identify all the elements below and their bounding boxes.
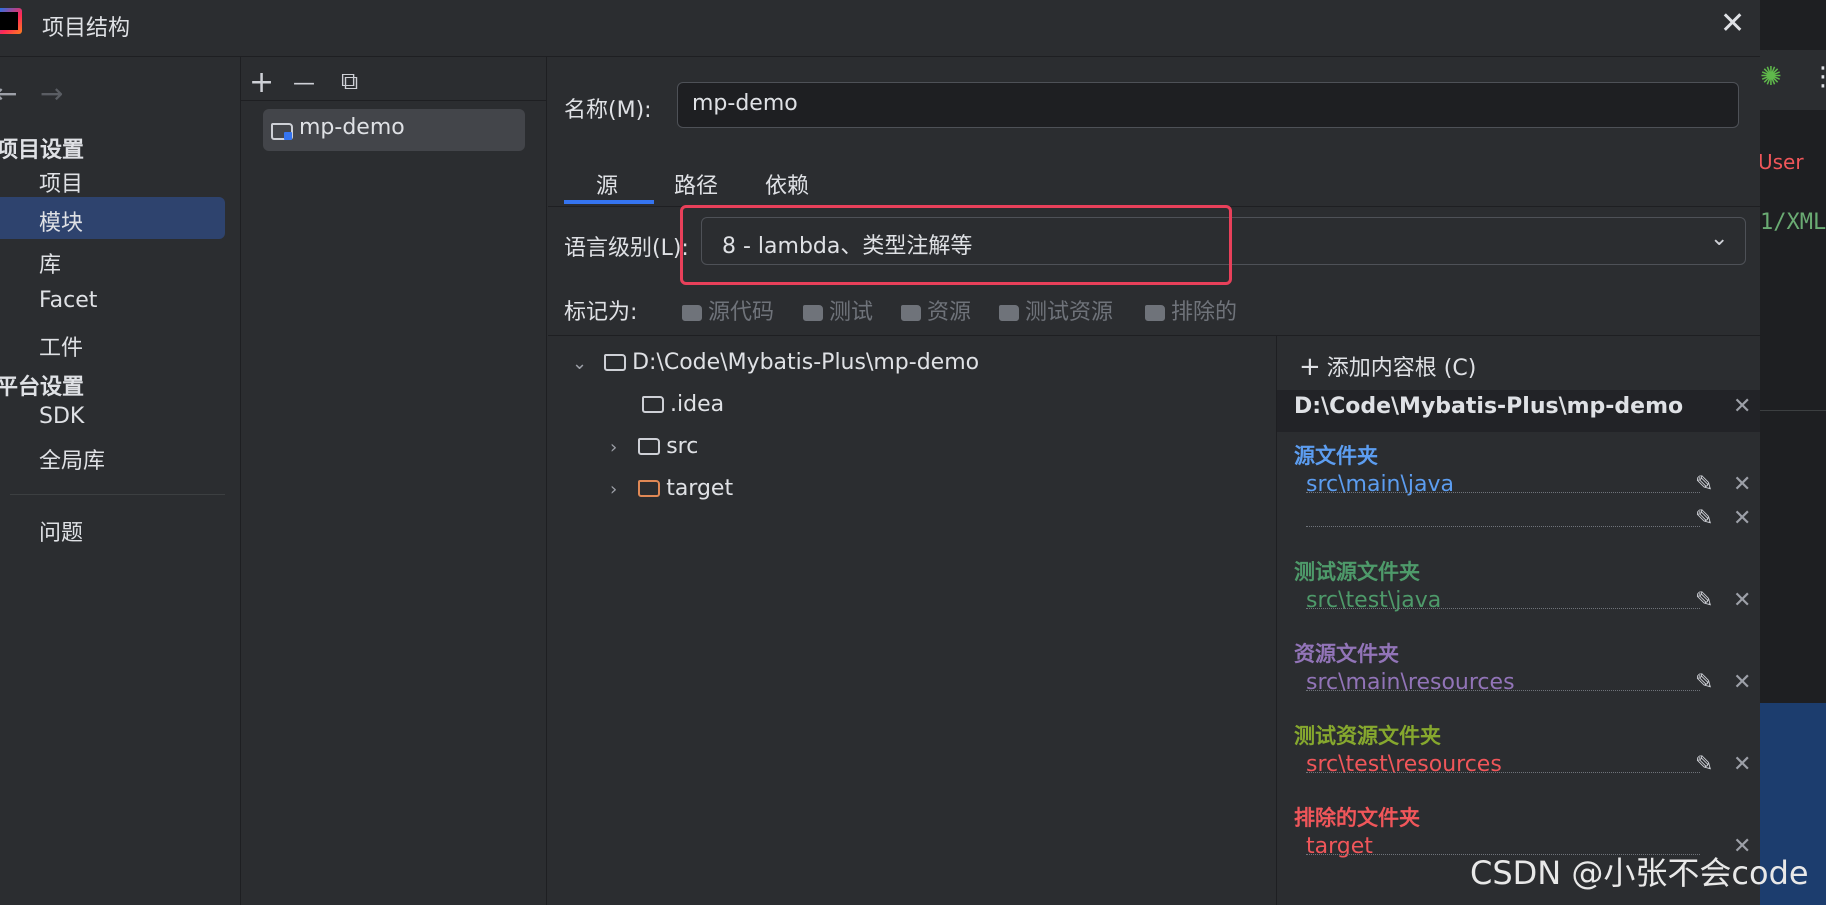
section-resource-folders: 资源文件夹 xyxy=(1294,642,1399,666)
nav-header-platform-settings: 平台设置 xyxy=(0,375,85,400)
nav-divider xyxy=(10,494,225,495)
close-icon[interactable]: ✕ xyxy=(1720,6,1745,41)
test-source-entry: src\test\java xyxy=(1306,588,1442,613)
content-tree: ⌄ D:\Code\Mybatis-Plus\mp-demo .idea › s… xyxy=(548,336,1277,905)
edit-icon[interactable]: ✎ xyxy=(1695,506,1713,531)
mark-tests-button[interactable]: 测试 xyxy=(803,294,873,326)
dotted-leader xyxy=(1306,608,1700,609)
resource-entry: src\main\resources xyxy=(1306,670,1515,695)
remove-entry-icon[interactable]: ✕ xyxy=(1733,588,1751,613)
nav-item-project[interactable]: 项目 xyxy=(39,166,83,198)
tree-row-root[interactable]: ⌄ D:\Code\Mybatis-Plus\mp-demo xyxy=(572,350,979,375)
forward-arrow-icon[interactable]: → xyxy=(40,77,63,110)
chevron-down-icon[interactable]: ⌄ xyxy=(572,353,587,374)
nav-item-sdks[interactable]: SDK xyxy=(39,404,84,429)
nav-header-project-settings: 项目设置 xyxy=(0,138,85,163)
module-badge-icon xyxy=(284,132,292,140)
nav-item-modules[interactable]: 模块 xyxy=(39,205,83,237)
chevron-right-icon[interactable]: › xyxy=(610,437,617,458)
folder-icon xyxy=(638,438,661,455)
dialog-title: 项目结构 xyxy=(42,16,131,41)
remove-entry-icon[interactable]: ✕ xyxy=(1733,506,1751,531)
edit-icon[interactable]: ✎ xyxy=(1695,752,1713,777)
module-list-panel: + — ⧉ mp-demo xyxy=(241,57,547,905)
editor-background: ✺ ⋮ User 1/XML xyxy=(1760,0,1826,905)
dotted-leader xyxy=(1306,526,1700,527)
edit-icon[interactable]: ✎ xyxy=(1695,588,1713,613)
app-logo-icon xyxy=(0,8,22,34)
editor-xml-text: 1/XML xyxy=(1760,210,1826,235)
folder-icon xyxy=(999,305,1019,321)
mark-excluded-button[interactable]: 排除的 xyxy=(1145,294,1237,326)
folder-icon xyxy=(1145,305,1165,321)
dotted-leader xyxy=(1306,772,1700,773)
chevron-right-icon[interactable]: › xyxy=(610,479,617,500)
mark-as-label: 标记为: xyxy=(564,300,638,325)
editor-toolbar: ✺ ⋮ xyxy=(1760,50,1826,110)
content-root-path: D:\Code\Mybatis-Plus\mp-demo xyxy=(1294,394,1684,419)
editor-user-text: User xyxy=(1760,150,1804,174)
excluded-entry: target xyxy=(1306,834,1373,859)
copy-icon[interactable]: ⧉ xyxy=(341,67,358,95)
edit-icon[interactable]: ✎ xyxy=(1695,670,1713,695)
language-level-label: 语言级别(L): xyxy=(564,236,689,261)
name-input[interactable]: mp-demo xyxy=(677,82,1739,128)
add-content-root-button[interactable]: + 添加内容根 (C) xyxy=(1299,350,1476,382)
remove-icon[interactable]: — xyxy=(293,71,315,96)
tree-row-idea[interactable]: .idea xyxy=(642,392,724,417)
section-source-folders: 源文件夹 xyxy=(1294,444,1378,468)
source-entry: src\main\java xyxy=(1306,472,1455,497)
editor-separator xyxy=(1760,410,1826,411)
test-resource-entry: src\test\resources xyxy=(1306,752,1502,777)
nav-item-facets[interactable]: Facet xyxy=(39,288,97,313)
module-item-label: mp-demo xyxy=(299,115,405,140)
mark-sources-button[interactable]: 源代码 xyxy=(682,294,774,326)
mark-test-resources-button[interactable]: 测试资源 xyxy=(999,294,1113,326)
remove-entry-icon[interactable]: ✕ xyxy=(1733,670,1751,695)
more-icon[interactable]: ⋮ xyxy=(1810,62,1826,92)
nav-item-artifacts[interactable]: 工件 xyxy=(39,330,83,362)
dotted-leader xyxy=(1306,690,1700,691)
folder-icon xyxy=(901,305,921,321)
folder-icon xyxy=(682,305,702,321)
remove-entry-icon[interactable]: ✕ xyxy=(1733,472,1751,497)
tab-dependencies[interactable]: 依赖 xyxy=(765,168,809,200)
chevron-down-icon[interactable]: ⌄ xyxy=(1710,226,1728,251)
tree-row-src[interactable]: › src xyxy=(610,434,698,459)
watermark-text: CSDN @小张不会code xyxy=(1470,854,1809,892)
title-bar: 项目结构 ✕ xyxy=(0,0,1760,57)
remove-root-icon[interactable]: ✕ xyxy=(1733,394,1751,419)
folder-icon xyxy=(604,354,627,371)
settings-nav: ← → 项目设置 项目 模块 库 Facet 工件 平台设置 SDK 全局库 问… xyxy=(0,57,241,905)
nav-item-libraries[interactable]: 库 xyxy=(39,247,61,279)
back-arrow-icon[interactable]: ← xyxy=(0,77,17,110)
folder-icon xyxy=(803,305,823,321)
debug-icon[interactable]: ✺ xyxy=(1760,62,1782,92)
content-roots-panel: + 添加内容根 (C) D:\Code\Mybatis-Plus\mp-demo … xyxy=(1277,336,1760,905)
tree-row-target[interactable]: › target xyxy=(610,476,733,501)
dotted-leader xyxy=(1306,492,1700,493)
tab-paths[interactable]: 路径 xyxy=(674,168,718,200)
section-excluded-folders: 排除的文件夹 xyxy=(1294,806,1420,830)
active-tab-indicator xyxy=(564,200,654,204)
name-label: 名称(M): xyxy=(564,98,652,123)
excluded-folder-icon xyxy=(638,480,661,497)
nav-item-problems[interactable]: 问题 xyxy=(39,515,83,547)
edit-icon[interactable]: ✎ xyxy=(1695,472,1713,497)
tab-sources[interactable]: 源 xyxy=(596,168,618,200)
highlight-annotation-box xyxy=(680,205,1232,285)
plus-icon: + xyxy=(1299,352,1321,382)
module-toolbar-divider xyxy=(241,100,546,101)
section-test-source-folders: 测试源文件夹 xyxy=(1294,560,1420,584)
section-test-resource-folders: 测试资源文件夹 xyxy=(1294,724,1441,748)
nav-selection-highlight xyxy=(0,197,225,239)
remove-entry-icon[interactable]: ✕ xyxy=(1733,752,1751,777)
nav-item-global-libraries[interactable]: 全局库 xyxy=(39,443,105,475)
folder-icon xyxy=(642,396,664,413)
project-structure-dialog: 项目结构 ✕ ← → 项目设置 项目 模块 库 Facet 工件 平台设置 SD… xyxy=(0,0,1760,905)
mark-resources-button[interactable]: 资源 xyxy=(901,294,971,326)
add-icon[interactable]: + xyxy=(249,65,274,100)
